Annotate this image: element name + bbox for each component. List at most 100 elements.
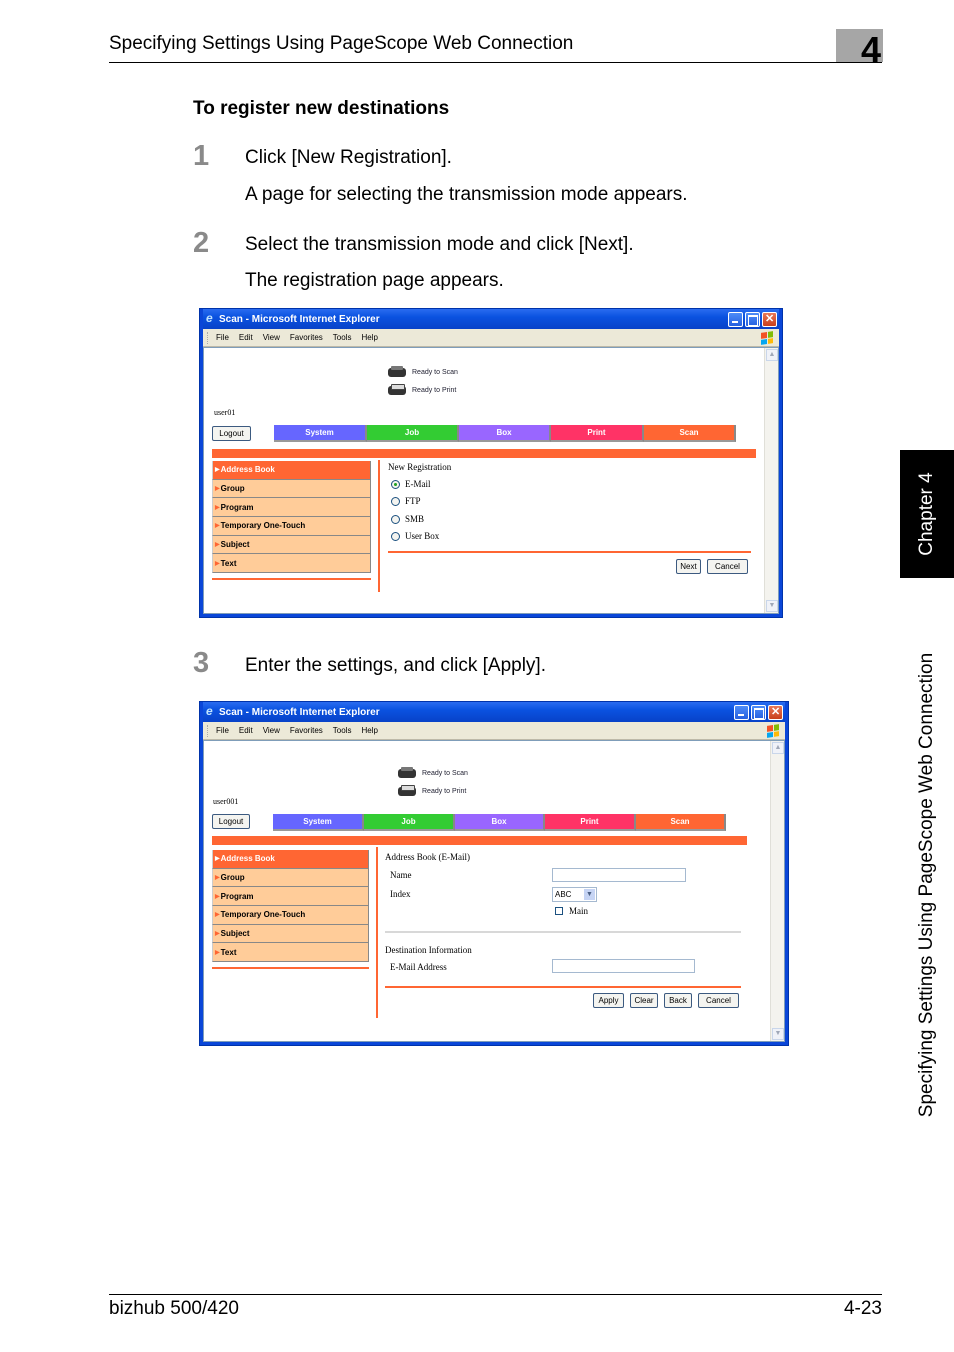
- vertical-scrollbar[interactable]: ▲ ▼: [770, 741, 784, 1041]
- content-divider: [378, 460, 380, 592]
- maximize-icon[interactable]: [751, 704, 766, 720]
- menu-edit[interactable]: Edit: [239, 726, 253, 735]
- step-result: The registration page appears.: [245, 270, 504, 291]
- tab-box[interactable]: Box: [459, 425, 551, 442]
- menu-text[interactable]: ▶ Text: [212, 554, 371, 574]
- new-registration-heading: New Registration: [388, 462, 452, 472]
- radio-ftp[interactable]: FTP: [391, 496, 421, 506]
- windows-logo-icon: [761, 330, 773, 345]
- toolbar-grip: [207, 331, 210, 344]
- menu-tools[interactable]: Tools: [333, 726, 352, 735]
- apply-button[interactable]: Apply: [593, 993, 624, 1008]
- logout-button[interactable]: Logout: [212, 814, 250, 829]
- tab-system[interactable]: System: [273, 814, 364, 831]
- tab-print[interactable]: Print: [545, 814, 636, 831]
- step-number: 1: [193, 140, 210, 172]
- clear-button[interactable]: Clear: [630, 993, 658, 1008]
- menu-subject[interactable]: ▶ Subject: [212, 924, 369, 944]
- tab-system[interactable]: System: [274, 425, 367, 442]
- menu-help[interactable]: Help: [361, 333, 377, 342]
- scanner-icon: [397, 766, 417, 780]
- menu-subject[interactable]: ▶ Subject: [212, 535, 371, 555]
- scanner-status-text: Ready to Scan: [412, 368, 458, 376]
- tab-scan[interactable]: Scan: [644, 425, 736, 442]
- section-side-label: Specifying Settings Using PageScope Web …: [916, 652, 937, 1118]
- cancel-button[interactable]: Cancel: [707, 559, 748, 574]
- menu-bar: File Edit View Favorites Tools Help: [203, 329, 779, 347]
- radio-icon: [391, 514, 400, 524]
- close-icon[interactable]: [768, 704, 783, 720]
- radio-user-box[interactable]: User Box: [391, 531, 439, 541]
- menu-favorites[interactable]: Favorites: [290, 333, 323, 342]
- window-title: Scan - Microsoft Internet Explorer: [219, 313, 380, 325]
- minimize-icon[interactable]: [728, 311, 743, 327]
- menu-temporary-one-touch[interactable]: ▶ Temporary One-Touch: [212, 906, 369, 925]
- menu-address-book[interactable]: ▶ Address Book: [212, 850, 369, 869]
- menu-favorites[interactable]: Favorites: [290, 726, 323, 735]
- running-header-title: Specifying Settings Using PageScope Web …: [109, 33, 574, 54]
- menu-address-book[interactable]: ▶ Address Book: [212, 461, 371, 480]
- toolbar-grip: [207, 724, 210, 737]
- index-selected-value: ABC: [555, 890, 572, 899]
- index-label: Index: [390, 889, 411, 899]
- name-input[interactable]: [552, 868, 686, 882]
- step-text: Click [New Registration].: [245, 147, 452, 168]
- menu-file[interactable]: File: [216, 726, 229, 735]
- radio-smb[interactable]: SMB: [391, 514, 424, 524]
- window-titlebar: Scan - Microsoft Internet Explorer: [203, 702, 785, 722]
- radio-email[interactable]: E-Mail: [391, 479, 431, 489]
- scroll-up-icon[interactable]: ▲: [766, 349, 778, 361]
- tab-box[interactable]: Box: [455, 814, 545, 831]
- main-checkbox[interactable]: Main: [555, 906, 588, 916]
- cancel-button[interactable]: Cancel: [698, 993, 739, 1008]
- chapter-side-label: Chapter 4: [916, 472, 937, 556]
- email-address-label: E-Mail Address: [390, 962, 447, 972]
- windows-logo-icon: [767, 723, 779, 738]
- radio-selected-icon: [391, 479, 400, 489]
- maximize-icon[interactable]: [745, 311, 760, 327]
- logout-button[interactable]: Logout: [212, 426, 251, 441]
- tab-job[interactable]: Job: [364, 814, 455, 831]
- back-button[interactable]: Back: [664, 993, 692, 1008]
- menu-help[interactable]: Help: [361, 726, 377, 735]
- menu-program[interactable]: ▶ Program: [212, 498, 371, 518]
- menu-temporary-one-touch[interactable]: ▶ Temporary One-Touch: [212, 517, 371, 536]
- menu-tools[interactable]: Tools: [333, 333, 352, 342]
- scroll-down-icon[interactable]: ▼: [766, 600, 778, 612]
- chevron-down-icon[interactable]: ▼: [584, 889, 595, 900]
- footer-rule: [109, 1294, 882, 1295]
- menu-view[interactable]: View: [263, 726, 280, 735]
- checkbox-icon: [555, 907, 563, 915]
- step-result: A page for selecting the transmission mo…: [245, 184, 688, 205]
- main-tabs: System Job Box Print Scan: [274, 425, 736, 442]
- scroll-up-icon[interactable]: ▲: [772, 742, 784, 754]
- menu-edit[interactable]: Edit: [239, 333, 253, 342]
- left-menu-rule: [212, 578, 371, 581]
- scroll-down-icon[interactable]: ▼: [772, 1028, 784, 1040]
- vertical-scrollbar[interactable]: ▲ ▼: [764, 348, 778, 613]
- menu-group[interactable]: ▶ Group: [212, 479, 371, 499]
- menu-text[interactable]: ▶ Text: [212, 943, 369, 963]
- index-select[interactable]: ABC ▼: [552, 887, 597, 902]
- section-divider: [385, 931, 741, 933]
- header-orange-bar: [212, 836, 747, 845]
- step-number: 2: [193, 227, 210, 259]
- step-number: 3: [193, 647, 210, 679]
- tab-print[interactable]: Print: [551, 425, 644, 442]
- close-icon[interactable]: [762, 311, 777, 327]
- window-title: Scan - Microsoft Internet Explorer: [219, 706, 380, 718]
- section-side-tab: Specifying Settings Using PageScope Web …: [900, 600, 954, 1170]
- footer-product: bizhub 500/420: [109, 1298, 239, 1319]
- menu-program[interactable]: ▶ Program: [212, 887, 369, 907]
- address-book-heading: Address Book (E-Mail): [385, 852, 470, 862]
- menu-view[interactable]: View: [263, 333, 280, 342]
- email-address-input[interactable]: [552, 959, 695, 973]
- printer-status: Ready to Print: [397, 784, 466, 798]
- tab-job[interactable]: Job: [367, 425, 459, 442]
- menu-file[interactable]: File: [216, 333, 229, 342]
- next-button[interactable]: Next: [676, 559, 701, 574]
- minimize-icon[interactable]: [734, 704, 749, 720]
- menu-group[interactable]: ▶ Group: [212, 868, 369, 888]
- tab-scan[interactable]: Scan: [636, 814, 726, 831]
- scanner-status: Ready to Scan: [387, 365, 458, 379]
